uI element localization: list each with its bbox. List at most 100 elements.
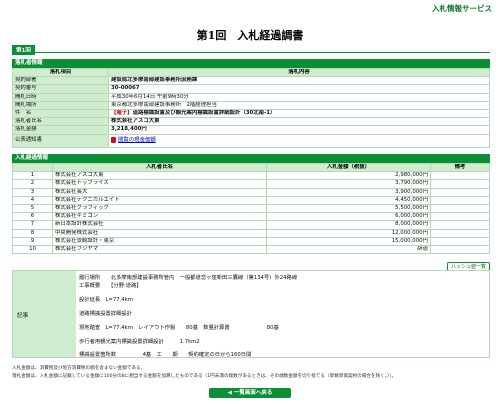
bid-amount: 3,900,000円 (266, 187, 431, 197)
table-row: 1 株式会社アスコ大東 2,980,000円 (12, 171, 490, 181)
award-label: 件 名 (12, 108, 109, 119)
bid-amount: 5,500,000円 (266, 203, 431, 214)
bidder-name: 株式会社フジヤマ (52, 244, 267, 255)
service-title: 入札情報サービス (432, 4, 492, 13)
remarks-line: 現地踏査 L=77.4km レイアウト作製 80基 数量計算書 80基 (79, 325, 279, 331)
remarks-box: 記事 履行場所 北多摩南部建設事務所管内 一般都道恋ヶ窪新田三鷹線（第134号）… (12, 270, 490, 358)
award-value: 平成30年6月14日 午前9時30分 (108, 92, 490, 102)
bid-col-name: 入札者氏名 (52, 162, 267, 173)
bid-note (430, 171, 490, 181)
page-title: 第1回 入札経過調書 (196, 29, 304, 42)
award-value: 【電子】道路標識設置及び観光案内標識設置詳細設計（30北南-1） (108, 108, 490, 119)
bid-amount: 辞退 (266, 244, 431, 255)
table-row: 9 株式会社景観設計・東京 15,000,000円 (12, 236, 490, 246)
bidder-name: 株式会社景観設計・東京 (52, 236, 267, 246)
bid-no: 8 (12, 228, 53, 238)
bid-note (430, 203, 490, 214)
bid-no: 4 (12, 195, 53, 205)
bid-amount: 3,790,000円 (266, 179, 431, 189)
bid-col-no (12, 162, 53, 173)
bid-note (430, 236, 490, 246)
table-row: 2 株式会社トップライズ 3,790,000円 (12, 179, 490, 189)
award-label: 落札者氏名 (12, 117, 109, 127)
bid-no: 2 (12, 179, 53, 189)
table-row: 6 株式会社キミコン 6,000,000円 (12, 212, 490, 222)
award-value: 東京都北多摩南部建設事務所 2階経理担当 (108, 100, 490, 110)
subject-text: 道路標識設置及び観光案内標識設置詳細設計（30北南-1） (132, 110, 276, 117)
bidder-name: 株式会社長大 (52, 187, 267, 197)
back-arrow-icon: ◀ (227, 390, 232, 396)
bid-no: 3 (12, 187, 53, 197)
bid-note (430, 187, 490, 197)
award-row-amount: 落札金額 3,218,400円 (12, 125, 490, 135)
bid-section-header: 入札経過情報 (12, 154, 490, 163)
notice-pdf-link[interactable]: 閲覧の現金価額 (118, 137, 156, 143)
remarks-body: 履行場所 北多摩南部建設事務所管内 一般都道恋ヶ窪新田三鷹線（第134号）外24… (79, 272, 487, 358)
bidder-name: 株式会社アスコ大東 (52, 171, 267, 181)
award-label: 開札日時 (12, 92, 109, 102)
bid-note (430, 212, 490, 222)
bid-amount: 12,000,000円 (266, 228, 431, 238)
award-row-notice: 公表通知書 閲覧の現金価額 (12, 133, 490, 148)
award-value: 株式会社アスコ大東 (108, 117, 490, 127)
bid-history-table: 入札者氏名 入札金額（税抜） 備考 1 株式会社アスコ大東 2,980,000円 2… (12, 162, 490, 255)
bid-note (430, 179, 490, 189)
award-value: 閲覧の現金価額 (108, 133, 490, 148)
bidder-name: 中央開発株式会社 (52, 228, 267, 238)
bid-no: 6 (12, 212, 53, 222)
award-value: 30-00067 (108, 84, 490, 94)
table-row: 4 株式会社テクニカルエイト 4,450,000円 (12, 195, 490, 205)
table-row: 5 株式会社グラフィック 5,500,000円 (12, 203, 490, 214)
award-row-winner: 落札者氏名 株式会社アスコ大東 (12, 117, 490, 127)
bid-no: 9 (12, 236, 53, 246)
round-tab[interactable]: 第1回 (12, 45, 35, 55)
footer-note: 落札金額は、入札金額に記載している金額に100分の8に相当する金額を加算したもの… (12, 374, 397, 379)
footer-note: 入札金額は、消費税及び地方消費税の額を含まない金額である。 (12, 366, 146, 371)
remarks-line: 道路標識設置詳細設計 (79, 311, 132, 317)
bid-no: 10 (12, 244, 53, 255)
award-label: 落札金額 (12, 125, 109, 135)
award-row-contract-number: 契約番号 30-00067 (12, 84, 490, 94)
remarks-line: 歩行者用観光案内標識設置詳細設計 1.7km2 (79, 339, 200, 345)
bidder-name: 株式会社キミコン (52, 212, 267, 222)
bid-no: 7 (12, 220, 53, 230)
award-row-opening-date: 開札日時 平成30年6月14日 午前9時30分 (12, 92, 490, 102)
electronic-tag: 【電子】 (111, 110, 133, 117)
back-to-list-label: 一覧画面へ戻る (233, 390, 273, 396)
bid-amount: 4,450,000円 (266, 195, 431, 205)
award-col-item: 落札項目 (12, 67, 109, 78)
award-info-table: 落札項目 落札内容 契約部署 建設局北多摩南部建設事務所庶務課 契約番号 30-… (12, 67, 490, 148)
remarks-line: 履行場所 北多摩南部建設事務所管内 一般都道恋ヶ窪新田三鷹線（第134号）外24… (79, 275, 298, 281)
award-value: 建設局北多摩南部建設事務所庶務課 (108, 76, 490, 86)
bidder-name: 株式会社テクニカルエイト (52, 195, 267, 205)
bid-note (430, 244, 490, 255)
bid-amount: 15,000,000円 (266, 236, 431, 246)
award-label: 契約番号 (12, 84, 109, 94)
award-value: 3,218,400円 (108, 125, 490, 135)
table-row: 7 新日本設計株式会社 8,000,000円 (12, 220, 490, 230)
bidder-name: 新日本設計株式会社 (52, 220, 267, 230)
page: 入札情報サービス 第1回 入札経過調書 第1回 落札者情報 落札項目 落札内容 … (0, 0, 500, 404)
table-row: 10 株式会社フジヤマ 辞退 (12, 244, 490, 255)
pdf-icon (111, 136, 116, 143)
remarks-line: 設計延長 L=77.4km (79, 297, 133, 303)
bid-amount: 6,000,000円 (266, 212, 431, 222)
award-row-opening-place: 開札場所 東京都北多摩南部建設事務所 2階経理担当 (12, 100, 490, 110)
award-label: 開札場所 (12, 100, 109, 110)
bid-note (430, 228, 490, 238)
bid-no: 5 (12, 203, 53, 214)
bid-col-amount: 入札金額（税抜） (266, 162, 431, 173)
back-to-list-button[interactable]: ◀ 一覧画面へ戻る (209, 388, 291, 398)
table-row: 3 株式会社長大 3,900,000円 (12, 187, 490, 197)
remarks-label-cell: 記事 (13, 271, 76, 357)
award-label: 公表通知書 (12, 133, 109, 148)
bid-no: 1 (12, 171, 53, 181)
bid-note (430, 195, 490, 205)
award-label: 契約部署 (12, 76, 109, 86)
bid-note (430, 220, 490, 230)
tab-underline (12, 52, 490, 53)
award-col-content: 落札内容 (108, 67, 490, 78)
bid-col-note: 備考 (430, 162, 490, 173)
remarks-label: 記事 (17, 313, 29, 319)
award-row-department: 契約部署 建設局北多摩南部建設事務所庶務課 (12, 76, 490, 86)
